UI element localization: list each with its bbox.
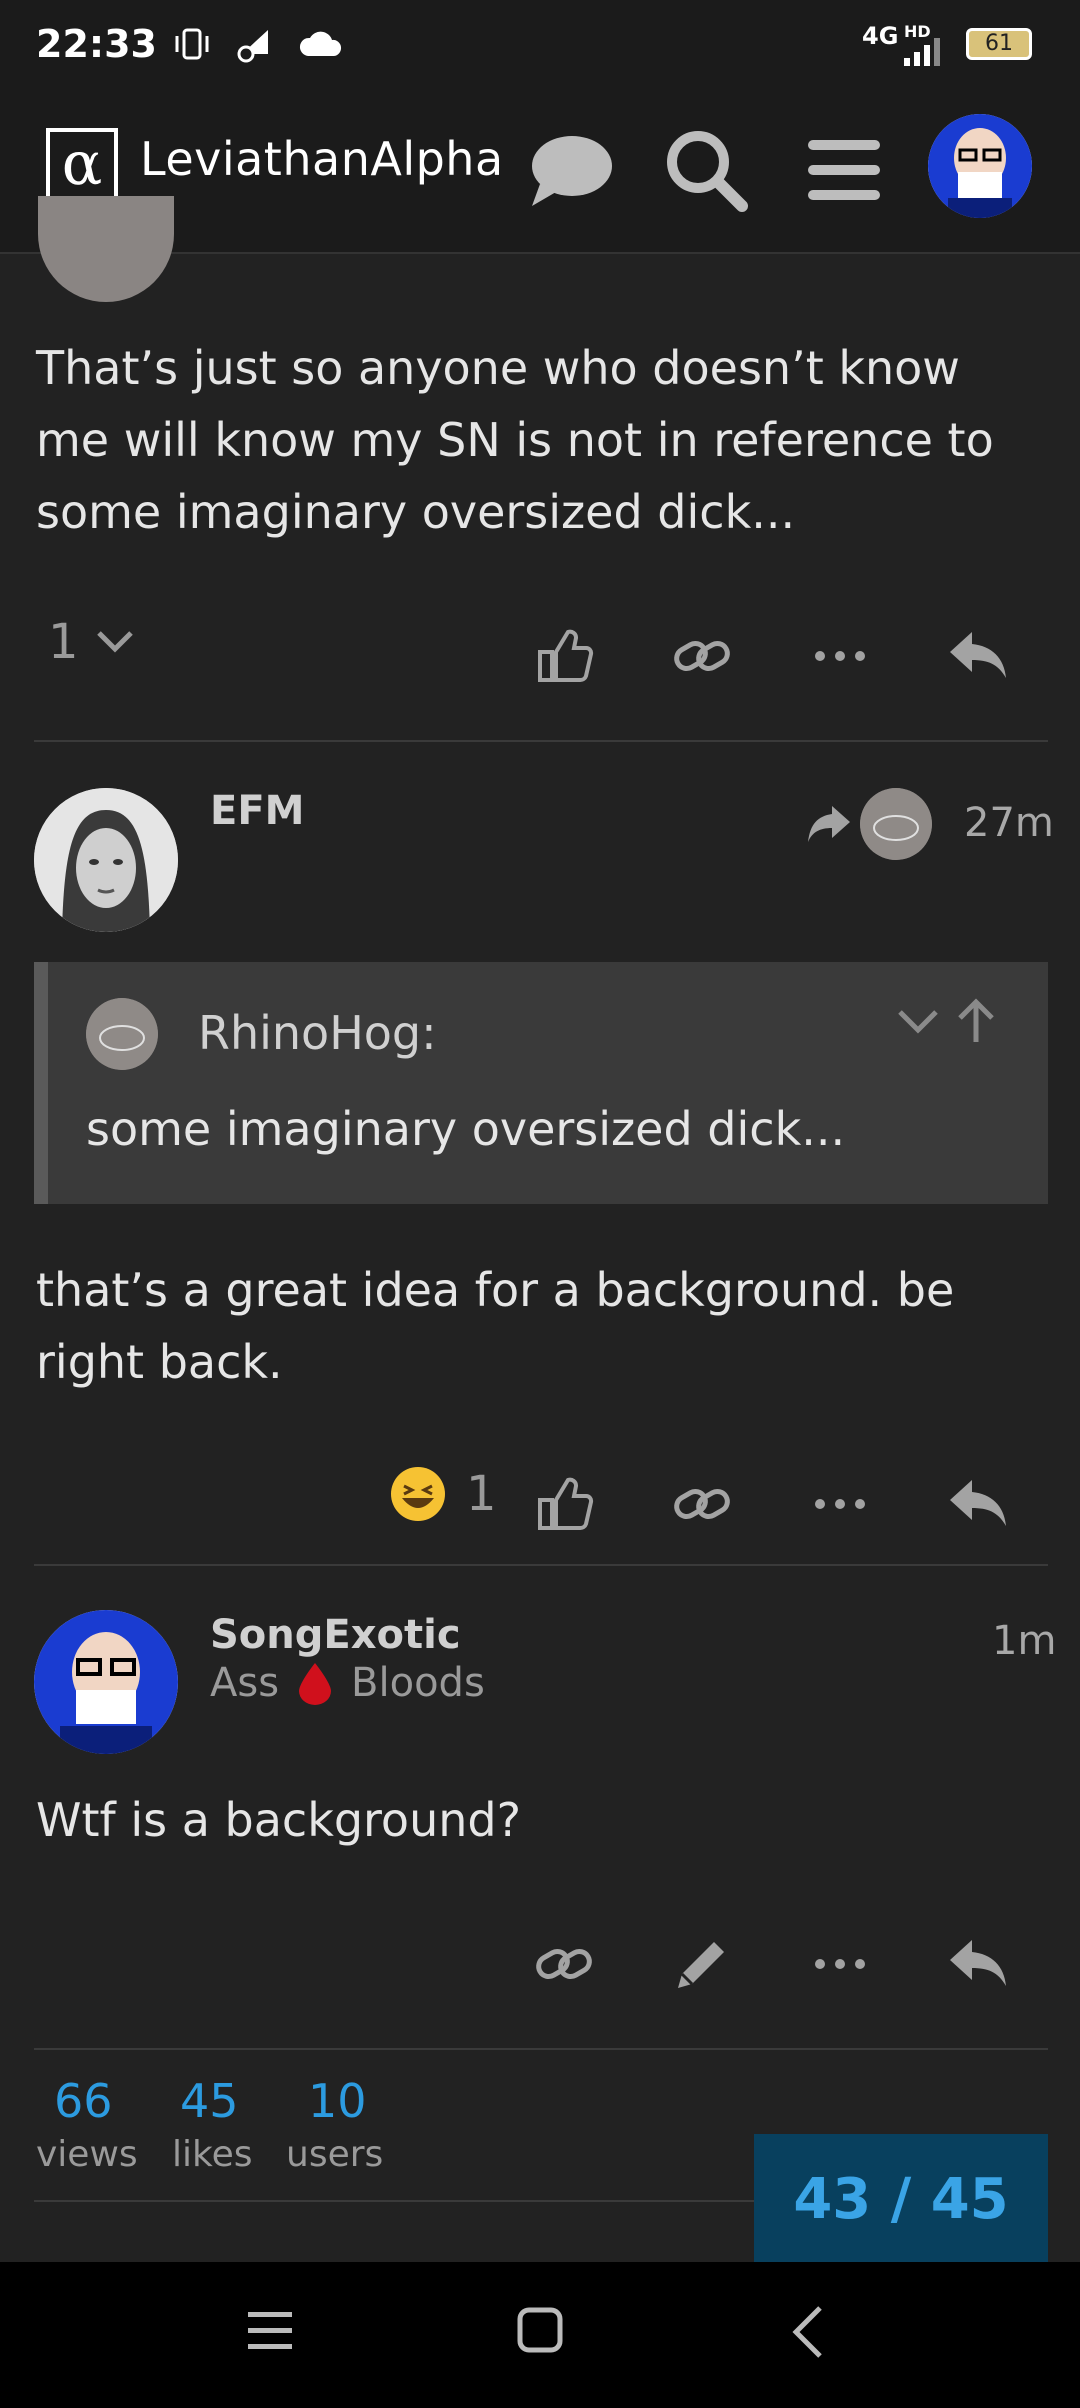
ellipsis-icon bbox=[815, 651, 865, 661]
ellipsis-icon bbox=[815, 1499, 865, 1509]
post2-copy-link-button[interactable] bbox=[662, 1464, 742, 1544]
post3-username[interactable]: SongExotic bbox=[210, 1612, 461, 1658]
views-count: 66 bbox=[54, 2074, 113, 2128]
post2-reaction-count: 1 bbox=[466, 1466, 497, 1522]
quote-block: RhinoHog: some imaginary oversized dick.… bbox=[34, 962, 1048, 1204]
back-button[interactable] bbox=[790, 2304, 826, 2364]
link-icon bbox=[674, 1489, 730, 1519]
post-divider bbox=[34, 740, 1048, 742]
post3-body: Wtf is a background? bbox=[36, 1793, 521, 1847]
search-icon bbox=[667, 131, 748, 212]
quote-text: some imaginary oversized dick... bbox=[86, 1102, 846, 1156]
likes-count: 45 bbox=[180, 2074, 239, 2128]
home-square-icon bbox=[517, 2307, 563, 2353]
status-bar: 22:33 4G HD 61 bbox=[0, 0, 1080, 92]
users-label: users bbox=[286, 2134, 384, 2175]
current-user-avatar[interactable] bbox=[928, 114, 1032, 218]
network-label: 4G bbox=[862, 22, 899, 50]
post3-more-button[interactable] bbox=[800, 1924, 880, 2004]
post1-replies-toggle[interactable]: 1 bbox=[48, 614, 137, 670]
home-button[interactable] bbox=[516, 2306, 564, 2358]
link-icon bbox=[536, 1949, 592, 1979]
reply-icon bbox=[950, 1480, 1006, 1526]
hamburger-icon bbox=[808, 140, 880, 200]
post2-username[interactable]: EFM bbox=[210, 788, 304, 834]
reply-icon bbox=[950, 1940, 1006, 1986]
post1-avatar[interactable] bbox=[38, 196, 174, 302]
thumbs-up-icon bbox=[538, 629, 594, 682]
post2-body: that’s a great idea for a background. be… bbox=[36, 1263, 955, 1389]
post3-edit-button[interactable] bbox=[662, 1924, 742, 2004]
quote-expand-button[interactable] bbox=[894, 1002, 942, 1046]
pencil-icon bbox=[678, 1942, 724, 1988]
post3-timestamp[interactable]: 1m bbox=[992, 1618, 1056, 1664]
post2-avatar[interactable] bbox=[34, 788, 178, 932]
signal-icon bbox=[900, 38, 944, 70]
site-logo[interactable]: α bbox=[46, 128, 118, 200]
post2-reaction[interactable]: 1 bbox=[390, 1466, 497, 1522]
system-nav-bar bbox=[0, 2262, 1080, 2408]
menu-button[interactable] bbox=[796, 122, 892, 218]
laughing-emoji-icon bbox=[391, 1467, 445, 1521]
post3-user-title: Ass Bloods bbox=[210, 1660, 485, 1706]
post1-copy-link-button[interactable] bbox=[662, 616, 742, 696]
link-icon bbox=[674, 641, 730, 671]
cloud-icon bbox=[298, 28, 344, 62]
quote-jump-button[interactable] bbox=[956, 998, 996, 1048]
chevron-down-icon bbox=[898, 1010, 938, 1034]
post3-reply-button[interactable] bbox=[938, 1924, 1018, 2004]
wifi-settings-icon bbox=[232, 24, 278, 68]
post1-replies-count: 1 bbox=[48, 614, 79, 670]
vibrate-icon bbox=[172, 24, 212, 68]
post2-reply-button[interactable] bbox=[938, 1464, 1018, 1544]
post3-copy-link-button[interactable] bbox=[524, 1924, 604, 2004]
post3-avatar[interactable] bbox=[34, 1610, 178, 1754]
quote-avatar bbox=[86, 998, 158, 1070]
users-count: 10 bbox=[308, 2074, 367, 2128]
post1-reply-button[interactable] bbox=[938, 616, 1018, 696]
post1-like-button[interactable] bbox=[524, 616, 604, 696]
reply-icon bbox=[950, 632, 1006, 678]
views-label: views bbox=[36, 2134, 138, 2175]
likes-label: likes bbox=[172, 2134, 253, 2175]
post2-timestamp[interactable]: 27m bbox=[964, 800, 1054, 846]
post-divider bbox=[34, 1564, 1048, 1566]
logo-glyph: α bbox=[61, 129, 103, 199]
menu-lines-icon bbox=[248, 2312, 292, 2349]
chat-button[interactable] bbox=[522, 122, 618, 218]
battery-level: 61 bbox=[985, 31, 1013, 56]
user-title-left: Ass bbox=[210, 1660, 280, 1706]
battery-icon: 61 bbox=[966, 28, 1032, 60]
topic-progress-text: 43 / 45 bbox=[793, 2166, 1009, 2232]
search-button[interactable] bbox=[658, 122, 754, 218]
recents-button[interactable] bbox=[246, 2308, 294, 2356]
chevron-down-icon bbox=[96, 631, 133, 653]
status-time: 22:33 bbox=[36, 22, 157, 66]
post2-like-button[interactable] bbox=[524, 1464, 604, 1544]
blood-drop-icon bbox=[299, 1663, 332, 1705]
back-chevron-icon bbox=[792, 2306, 822, 2358]
chat-bubble-icon bbox=[532, 136, 612, 206]
user-title-right: Bloods bbox=[351, 1660, 485, 1706]
site-title[interactable]: LeviathanAlpha bbox=[140, 132, 504, 186]
quote-author: RhinoHog: bbox=[198, 1006, 437, 1060]
post1-body: That’s just so anyone who doesn’t know m… bbox=[36, 341, 994, 539]
post-divider bbox=[34, 2048, 1048, 2050]
ellipsis-icon bbox=[815, 1959, 865, 1969]
reply-to-avatar[interactable] bbox=[860, 788, 932, 860]
topic-progress-button[interactable]: 43 / 45 bbox=[754, 2134, 1048, 2264]
reply-to-arrow-icon bbox=[806, 804, 852, 848]
post1-more-button[interactable] bbox=[800, 616, 880, 696]
arrow-up-icon bbox=[958, 998, 994, 1042]
thumbs-up-icon bbox=[538, 1477, 594, 1530]
post2-more-button[interactable] bbox=[800, 1464, 880, 1544]
stats-divider bbox=[34, 2200, 754, 2202]
